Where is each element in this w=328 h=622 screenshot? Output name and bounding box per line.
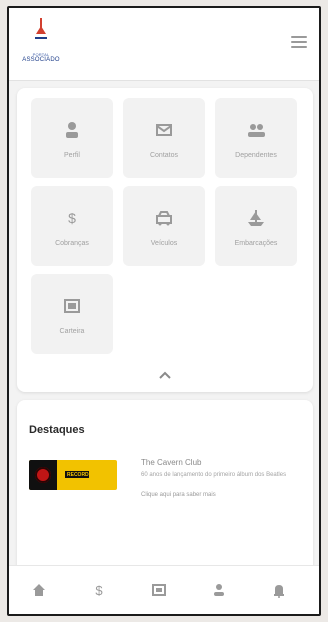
record-disc-icon: [35, 467, 51, 483]
nav-card-button[interactable]: [145, 576, 173, 604]
menu-card: Perfil Contatos Dependentes $ Cobranças: [17, 88, 313, 392]
id-card-icon: [152, 584, 166, 596]
tile-veiculos[interactable]: Veículos: [123, 186, 205, 266]
boat-icon: [248, 210, 264, 226]
car-icon: [156, 211, 172, 226]
tile-label: Cobranças: [55, 240, 89, 247]
news-title: The Cavern Club: [141, 458, 202, 467]
hamburger-line: [291, 46, 307, 48]
tile-label: Contatos: [149, 152, 179, 159]
nav-billing-button[interactable]: $: [85, 576, 113, 604]
tile-perfil[interactable]: Perfil: [31, 98, 113, 178]
dollar-icon: $: [68, 210, 76, 226]
svg-text:$: $: [95, 583, 103, 598]
news-item: The Cavern Club 60 anos de lançamento do…: [141, 458, 301, 498]
bottom-navigation: $: [9, 565, 319, 614]
hamburger-menu-button[interactable]: [291, 36, 307, 50]
hamburger-line: [291, 41, 307, 43]
tile-label: Veículos: [150, 240, 178, 247]
tile-contatos[interactable]: Contatos: [123, 98, 205, 178]
people-icon: [248, 124, 265, 137]
news-description: 60 anos de lançamento do primeiro álbum …: [141, 472, 287, 478]
logo-text: PORTAL ASSOCIADO: [21, 52, 61, 63]
hamburger-line: [291, 36, 307, 38]
read-more-link[interactable]: Clique aqui para saber mais: [141, 492, 301, 498]
house-logo[interactable]: PORTAL ASSOCIADO: [21, 18, 61, 66]
nav-profile-button[interactable]: [205, 576, 233, 604]
chevron-up-icon: [159, 371, 171, 379]
news-banner-image[interactable]: RECORD: [29, 460, 117, 490]
person-icon: [214, 584, 224, 596]
tile-dependentes[interactable]: Dependentes: [215, 98, 297, 178]
bell-icon: [274, 585, 284, 598]
nav-home-button[interactable]: [25, 576, 53, 604]
top-bar: PORTAL ASSOCIADO: [9, 8, 319, 81]
tile-embarcacoes[interactable]: Embarcações: [215, 186, 297, 266]
banner-text: RECORD: [67, 472, 89, 478]
logo-line2: ASSOCIADO: [22, 57, 60, 63]
tile-label: Carteira: [59, 328, 85, 335]
person-icon: [66, 122, 78, 138]
dollar-icon: $: [95, 583, 103, 598]
mail-icon: [156, 124, 172, 136]
tile-label: Perfil: [64, 152, 80, 159]
logo-mark-icon: [35, 18, 47, 39]
id-card-icon: [64, 299, 80, 313]
tile-carteira[interactable]: Carteira: [31, 274, 113, 354]
home-icon: [33, 584, 45, 596]
collapse-menu-button[interactable]: [157, 368, 173, 380]
tile-cobrancas[interactable]: $ Cobranças: [31, 186, 113, 266]
nav-notifications-button[interactable]: [265, 576, 293, 604]
tile-label: Embarcações: [234, 240, 278, 247]
svg-text:$: $: [68, 210, 76, 226]
section-title: Destaques: [29, 424, 85, 436]
tile-label: Dependentes: [235, 152, 277, 159]
app-screen: PORTAL ASSOCIADO Perfil Contatos Depende…: [7, 6, 321, 616]
